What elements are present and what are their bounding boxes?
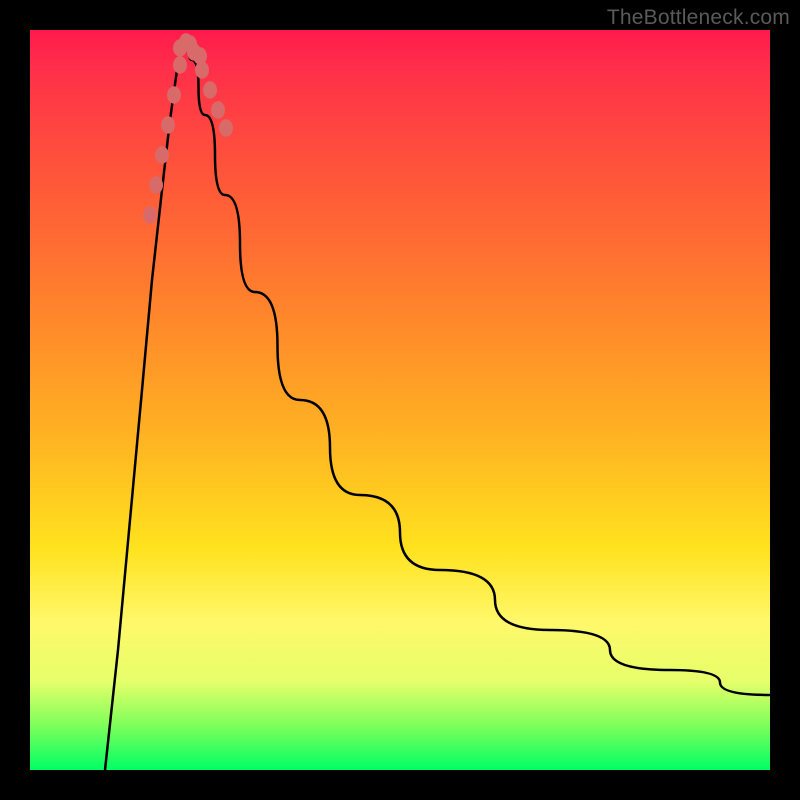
sample-dot xyxy=(143,206,157,224)
watermark-text: TheBottleneck.com xyxy=(607,6,790,30)
sample-dot xyxy=(155,146,169,164)
sample-dot xyxy=(149,176,163,194)
sample-dot xyxy=(161,116,175,134)
sample-dot xyxy=(167,86,181,104)
sample-dot xyxy=(193,47,207,65)
sample-dot xyxy=(211,101,225,119)
sample-dot xyxy=(203,81,217,99)
right-branch-curve xyxy=(185,35,770,695)
plot-area xyxy=(30,30,770,770)
sample-dot xyxy=(173,56,187,74)
chart-stage: TheBottleneck.com xyxy=(0,0,800,800)
sample-dot xyxy=(219,119,233,137)
curves-svg xyxy=(30,30,770,770)
sample-dots-group xyxy=(143,33,233,224)
left-branch-curve xyxy=(105,35,185,770)
